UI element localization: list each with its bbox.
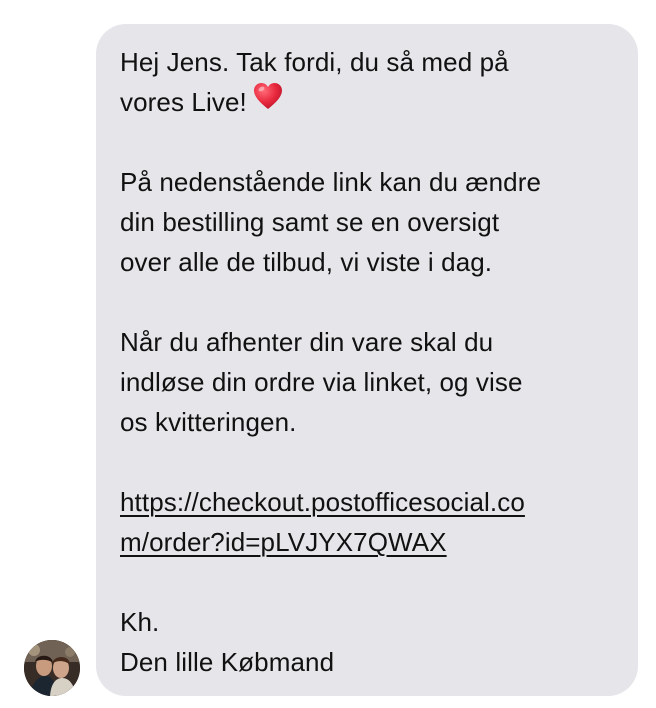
message-line: vores Live! xyxy=(120,82,616,122)
message-line: os kvitteringen. xyxy=(120,407,297,437)
checkout-link-part[interactable]: https://checkout.postofficesocial.co xyxy=(120,487,525,517)
heart-icon xyxy=(253,81,283,121)
message-line: Hej Jens. Tak fordi, du så med på xyxy=(120,47,509,77)
avatar-photo-icon xyxy=(24,640,80,696)
signoff: Kh. xyxy=(120,607,160,637)
message-line: indløse din ordre via linket, og vise xyxy=(120,367,523,397)
message-text: vores Live! xyxy=(120,87,247,117)
message-bubble: Hej Jens. Tak fordi, du så med på vores … xyxy=(96,24,638,696)
signature: Den lille Købmand xyxy=(120,647,335,677)
message-line: over alle de tilbud, vi viste i dag. xyxy=(120,247,493,277)
checkout-link[interactable]: m/order?id=pLVJYX7QWAX xyxy=(120,522,616,562)
checkout-link-part[interactable]: m/order?id=pLVJYX7QWAX xyxy=(120,527,447,557)
message-line: Når du afhenter din vare skal du xyxy=(120,327,494,357)
message-line: På nedenstående link kan du ændre xyxy=(120,167,542,197)
avatar[interactable] xyxy=(24,640,80,696)
message-line: din bestilling samt se en oversigt xyxy=(120,207,500,237)
checkout-link[interactable]: https://checkout.postofficesocial.co xyxy=(120,482,616,522)
